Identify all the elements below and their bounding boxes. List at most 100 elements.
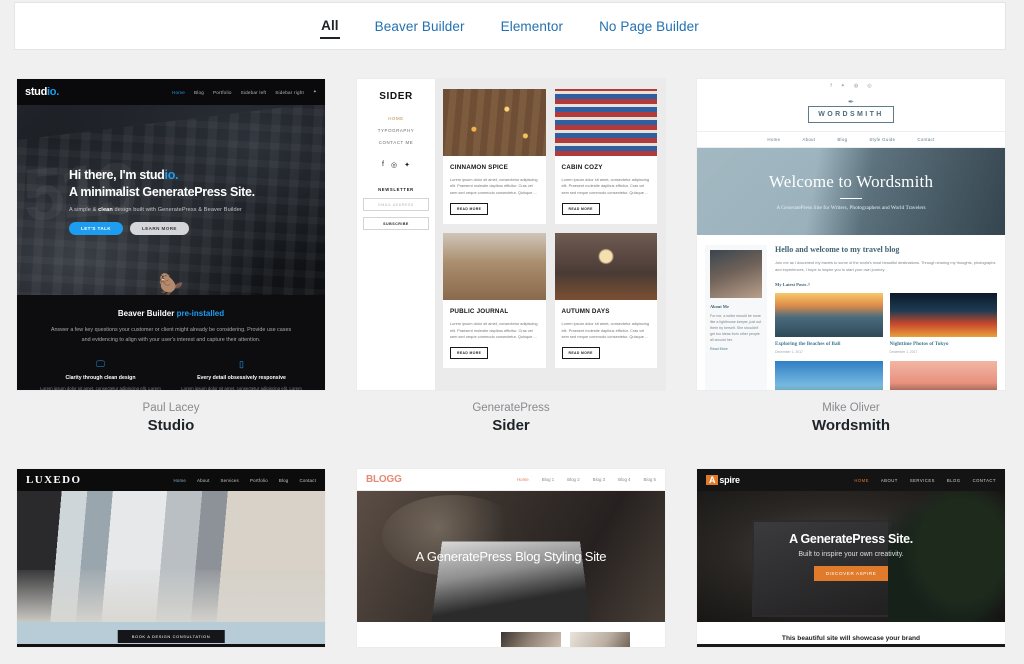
sider-email-input[interactable]: EMAIL ADDRESS	[363, 198, 429, 211]
sider-sidebar: SIDER HOME TYPOGRAPHY CONTACT ME f ◎ ✦ N…	[357, 79, 435, 390]
aspire-nav-services[interactable]: SERVICES	[910, 478, 935, 483]
studio-section-title-text: Beaver Builder	[117, 309, 177, 318]
sider-post-cabin-cozy[interactable]: CABIN COZY Lorem ipsum dolor sit amet, c…	[554, 89, 657, 225]
aspire-lower-title: This beautiful site will showcase your b…	[781, 635, 921, 642]
read-more-button[interactable]: READ MORE	[450, 347, 489, 360]
luxedo-nav-blog[interactable]: Blog	[279, 478, 289, 483]
blogg-nav-blog-4[interactable]: Blog 4	[618, 477, 630, 482]
read-more-button[interactable]: READ MORE	[561, 347, 600, 360]
site-card-aspire[interactable]: Aspire HOME ABOUT SERVICES BLOG CONTACT …	[696, 468, 1006, 648]
sider-post-cinnamon-spice[interactable]: CINNAMON SPICE Lorem ipsum dolor sit ame…	[443, 89, 546, 225]
blogg-nav-home[interactable]: Home	[517, 477, 529, 482]
aspire-hero: A GeneratePress Site. Built to inspire y…	[697, 491, 1005, 622]
site-thumbnail-aspire[interactable]: Aspire HOME ABOUT SERVICES BLOG CONTACT …	[696, 468, 1006, 648]
wordsmith-post-4[interactable]	[889, 361, 997, 390]
post-title: PUBLIC JOURNAL	[450, 308, 509, 316]
blogg-nav-blog-1[interactable]: Blog 1	[542, 477, 554, 482]
sider-nav: HOME TYPOGRAPHY CONTACT ME	[363, 116, 429, 145]
about-title: About Me	[710, 304, 729, 309]
luxedo-nav-services[interactable]: Services	[221, 478, 239, 483]
site-thumbnail-luxedo[interactable]: LUXEDO Home About Services Portfolio Blo…	[16, 468, 326, 648]
wordsmith-nav: Home About Blog Style Guide Contact	[697, 132, 1005, 148]
luxedo-nav-about[interactable]: About	[197, 478, 209, 483]
site-card-luxedo[interactable]: LUXEDO Home About Services Portfolio Blo…	[16, 468, 326, 648]
studio-nav-blog[interactable]: Blog	[194, 90, 204, 95]
twitter-icon[interactable]: ✦	[404, 161, 410, 169]
twitter-icon[interactable]: ✦	[313, 89, 317, 95]
post-thumbnail	[889, 293, 997, 338]
aspire-logo: Aspire	[706, 475, 740, 485]
aspire-cta-button[interactable]: DISCOVER ASPIRE	[813, 566, 889, 581]
post-thumbnail	[775, 361, 883, 390]
filter-tab-no-page-builder[interactable]: No Page Builder	[598, 15, 700, 38]
wordsmith-nav-blog[interactable]: Blog	[837, 137, 847, 142]
aspire-nav-blog[interactable]: BLOG	[947, 478, 961, 483]
wordsmith-nav-home[interactable]: Home	[767, 137, 780, 142]
twitter-icon[interactable]: ✦	[841, 83, 845, 89]
sider-nav-typography[interactable]: TYPOGRAPHY	[363, 128, 429, 133]
sider-nav-home[interactable]: HOME	[363, 116, 429, 121]
wordsmith-nav-about[interactable]: About	[802, 137, 815, 142]
studio-nav-sidebar-left[interactable]: Sidebar left	[241, 90, 267, 95]
site-card-studio[interactable]: studio. Home Blog Portfolio Sidebar left…	[16, 78, 326, 436]
facebook-icon[interactable]: f	[382, 161, 384, 169]
sider-newsletter-title: NEWSLETTER	[378, 187, 414, 192]
post-title: CINNAMON SPICE	[450, 164, 509, 171]
blogg-hero: A GeneratePress Blog Styling Site	[357, 491, 665, 622]
pinterest-icon[interactable]: ◍	[854, 83, 858, 89]
wordsmith-logo-block: ✒ WORDSMITH	[808, 99, 894, 123]
luxedo-nav-contact[interactable]: Contact	[299, 478, 316, 483]
divider	[840, 197, 862, 200]
wordsmith-nav-contact[interactable]: Contact	[917, 137, 934, 142]
site-card-blogg[interactable]: BLOGG Home Blog 1 Blog 2 Blog 3 Blog 4 B…	[356, 468, 666, 648]
sider-subscribe-button[interactable]: SUBSCRIBE	[363, 217, 429, 230]
studio-hero-line2: A minimalist GeneratePress Site.	[69, 185, 255, 199]
site-thumbnail-blogg[interactable]: BLOGG Home Blog 1 Blog 2 Blog 3 Blog 4 B…	[356, 468, 666, 648]
studio-feature-2: ▯ Every detail obsessively responsive Lo…	[176, 359, 307, 390]
site-thumbnail-wordsmith[interactable]: f ✦ ◍ ◎ ✒ WORDSMITH Home About Blog Styl…	[696, 78, 1006, 391]
aspire-nav-contact[interactable]: CONTACT	[973, 478, 996, 483]
site-card-sider[interactable]: SIDER HOME TYPOGRAPHY CONTACT ME f ◎ ✦ N…	[356, 78, 666, 436]
wordsmith-post-tokyo[interactable]: Nighttime Photos of Tokyo December 1, 20…	[889, 293, 997, 354]
scroll-area[interactable]: All Beaver Builder Elementor No Page Bui…	[0, 0, 1016, 656]
filter-tab-beaver-builder[interactable]: Beaver Builder	[374, 15, 466, 38]
wordsmith-nav-style-guide[interactable]: Style Guide	[869, 137, 895, 142]
luxedo-nav-home[interactable]: Home	[174, 478, 187, 483]
studio-nav-portfolio[interactable]: Portfolio	[213, 90, 232, 95]
instagram-icon[interactable]: ◎	[391, 161, 397, 169]
blogg-nav-blog-2[interactable]: Blog 2	[567, 477, 579, 482]
aspire-nav-home[interactable]: HOME	[854, 478, 869, 483]
site-card-wordsmith[interactable]: f ✦ ◍ ◎ ✒ WORDSMITH Home About Blog Styl…	[696, 78, 1006, 436]
aspire-hero-title: A GeneratePress Site.	[789, 532, 913, 546]
sider-nav-contact[interactable]: CONTACT ME	[363, 140, 429, 145]
studio-hero-sub-a: A simple &	[69, 207, 99, 213]
studio-hero-sub-c: design built with GeneratePress & Beaver…	[112, 207, 242, 213]
blogg-nav-blog-3[interactable]: Blog 3	[593, 477, 605, 482]
sider-post-public-journal[interactable]: PUBLIC JOURNAL Lorem ipsum dolor sit ame…	[443, 233, 546, 369]
aspire-nav-about[interactable]: ABOUT	[881, 478, 898, 483]
wordsmith-post-3[interactable]	[775, 361, 883, 390]
site-thumbnail-studio[interactable]: studio. Home Blog Portfolio Sidebar left…	[16, 78, 326, 391]
avatar	[710, 250, 762, 298]
filter-tab-elementor[interactable]: Elementor	[500, 15, 564, 38]
studio-hero-line1-accent: io.	[164, 168, 179, 182]
blogg-navbar: BLOGG Home Blog 1 Blog 2 Blog 3 Blog 4 B…	[357, 469, 665, 491]
post-thumbnail	[554, 89, 657, 156]
filter-tab-all[interactable]: All	[320, 14, 340, 39]
wordsmith-post-bali[interactable]: Exploring the Beaches of Bali December 1…	[775, 293, 883, 354]
facebook-icon[interactable]: f	[830, 83, 831, 89]
studio-cta-secondary[interactable]: LEARN MORE	[130, 222, 189, 235]
luxedo-nav-portfolio[interactable]: Portfolio	[250, 478, 268, 483]
site-thumbnail-sider[interactable]: SIDER HOME TYPOGRAPHY CONTACT ME f ◎ ✦ N…	[356, 78, 666, 391]
studio-nav-home[interactable]: Home	[172, 90, 185, 95]
luxedo-cta-button[interactable]: BOOK A DESIGN CONSULTATION	[117, 630, 225, 643]
read-more-button[interactable]: READ MORE	[561, 203, 600, 216]
mobile-icon: ▯	[239, 359, 244, 369]
blogg-nav-blog-5[interactable]: Blog 5	[644, 477, 656, 482]
studio-nav-sidebar-right[interactable]: Sidebar right	[275, 90, 304, 95]
read-more-button[interactable]: READ MORE	[450, 203, 489, 216]
studio-cta-primary[interactable]: LET'S TALK	[69, 222, 124, 235]
read-more-link[interactable]: Read More	[710, 347, 762, 351]
sider-post-autumn-days[interactable]: AUTUMN DAYS Lorem ipsum dolor sit amet, …	[554, 233, 657, 369]
instagram-icon[interactable]: ◎	[867, 83, 871, 89]
